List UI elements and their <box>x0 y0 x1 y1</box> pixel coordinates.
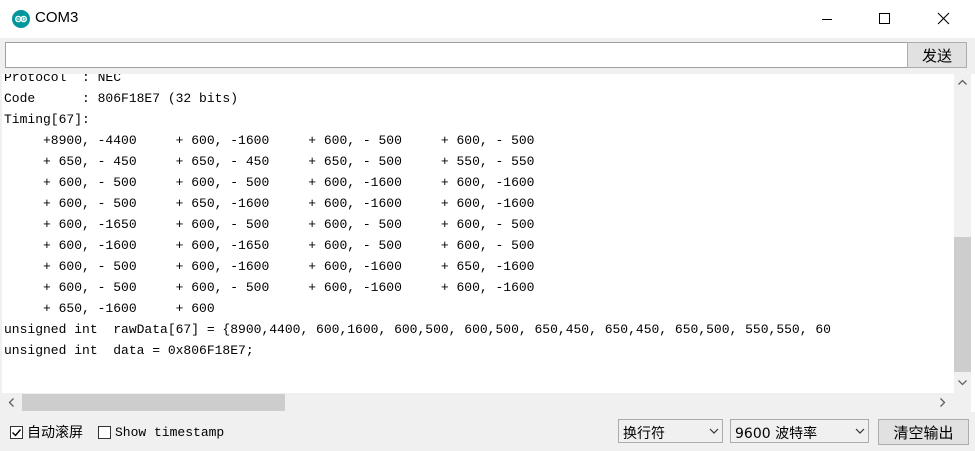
output-line: + 600, -1600 + 600, -1650 + 600, - 500 +… <box>4 238 535 253</box>
serial-output[interactable]: Protocol : NEC Code : 806F18E7 (32 bits) T… <box>2 74 954 393</box>
output-lines: Protocol : NEC Code : 806F18E7 (32 bits) T… <box>4 74 831 393</box>
chevron-right-icon <box>940 398 946 407</box>
output-line: + 600, - 500 + 600, -1600 + 600, -1600 +… <box>4 259 535 274</box>
title-bar[interactable]: COM3 <box>0 0 975 38</box>
autoscroll-checkbox[interactable] <box>10 425 23 439</box>
output-line: Timing[67]: <box>4 112 90 127</box>
horizontal-scrollbar[interactable] <box>2 393 954 412</box>
clear-output-button[interactable]: 清空输出 <box>878 419 969 445</box>
bottom-toolbar: 自动滚屏 Show timestamp 换行符 9600 波特率 清空输出 <box>0 412 975 451</box>
horizontal-scroll-thumb[interactable] <box>22 394 285 411</box>
output-line: Code : 806F18E7 (32 bits) <box>4 91 239 106</box>
close-button[interactable] <box>920 0 966 38</box>
autoscroll-option[interactable]: 自动滚屏 <box>10 423 83 441</box>
line-ending-value: 换行符 <box>623 425 665 441</box>
scroll-down-arrow[interactable] <box>954 374 971 391</box>
arduino-icon <box>12 10 30 28</box>
vertical-scroll-thumb[interactable] <box>954 237 971 372</box>
line-ending-select[interactable]: 换行符 <box>618 419 723 443</box>
output-line: +8900, -4400 + 600, -1600 + 600, - 500 +… <box>4 133 535 148</box>
send-row: 发送 <box>0 38 975 74</box>
checkmark-icon <box>12 428 22 437</box>
scroll-left-arrow[interactable] <box>3 394 20 411</box>
timestamp-option[interactable]: Show timestamp <box>98 423 224 441</box>
minimize-button[interactable] <box>804 0 850 38</box>
maximize-button[interactable] <box>862 0 908 38</box>
send-button[interactable]: 发送 <box>907 42 967 68</box>
chevron-left-icon <box>8 398 14 407</box>
baud-rate-value: 9600 波特率 <box>735 426 818 442</box>
scrollbar-corner <box>954 393 971 412</box>
minimize-icon <box>822 19 832 20</box>
output-line: Protocol : NEC <box>4 74 122 85</box>
window-title: COM3 <box>35 9 79 26</box>
chevron-up-icon <box>958 79 967 85</box>
chevron-down-icon <box>958 380 967 386</box>
output-line: + 600, - 500 + 600, - 500 + 600, -1600 +… <box>4 175 535 190</box>
output-line: + 650, -1600 + 600 <box>4 301 215 316</box>
baud-rate-select[interactable]: 9600 波特率 <box>730 419 869 443</box>
scroll-right-arrow[interactable] <box>934 394 951 411</box>
send-input[interactable] <box>5 42 909 68</box>
chevron-down-icon <box>709 428 719 434</box>
chevron-down-icon <box>855 428 865 434</box>
serial-monitor-window: COM3 发送 Protocol : NEC Code : 806F18E7 (3… <box>0 0 975 451</box>
maximize-icon <box>879 13 890 24</box>
output-line: unsigned int data = 0x806F18E7; <box>4 343 254 358</box>
vertical-scrollbar[interactable] <box>954 74 971 393</box>
output-line: unsigned int rawData[67] = {8900,4400, 6… <box>4 322 831 337</box>
output-line: + 600, - 500 + 600, - 500 + 600, -1600 +… <box>4 280 535 295</box>
timestamp-checkbox[interactable] <box>98 425 111 439</box>
output-line: + 600, - 500 + 650, -1600 + 600, -1600 +… <box>4 196 535 211</box>
timestamp-label: Show timestamp <box>115 424 225 440</box>
output-line: + 600, -1650 + 600, - 500 + 600, - 500 +… <box>4 217 535 232</box>
autoscroll-label: 自动滚屏 <box>27 425 83 441</box>
close-icon <box>937 12 950 25</box>
scroll-up-arrow[interactable] <box>954 74 971 91</box>
output-line: + 650, - 450 + 650, - 450 + 650, - 500 +… <box>4 154 535 169</box>
